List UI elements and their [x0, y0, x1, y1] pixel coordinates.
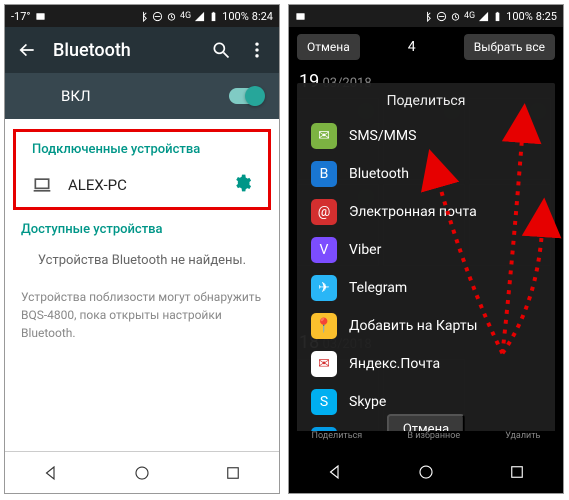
- share-title: Поделиться: [297, 87, 555, 117]
- signal-icon: [194, 11, 205, 22]
- page-title: Bluetooth: [53, 40, 195, 61]
- nav-recent-icon[interactable]: [224, 464, 242, 482]
- app-icon: ✈: [311, 275, 337, 301]
- selection-count: 4: [368, 39, 456, 55]
- share-item-sms-mms[interactable]: ✉ SMS/MMS: [297, 117, 555, 155]
- app-icon: @: [311, 199, 337, 225]
- highlight-box: Подключенные устройства ALEX-PC: [13, 129, 271, 210]
- app-icon: ✉: [311, 351, 337, 377]
- bluetooth-icon: [138, 11, 149, 22]
- nav-back-icon[interactable]: [326, 463, 344, 481]
- share-item-telegram[interactable]: ✈ Telegram: [297, 269, 555, 307]
- more-icon[interactable]: [247, 40, 267, 60]
- share-item-label: Skype: [349, 394, 386, 410]
- share-sheet: Поделиться ✉ SMS/MMS B Bluetooth @ Электронна…: [297, 83, 555, 463]
- clock: 8:24: [252, 10, 273, 23]
- available-header: Доступные устройства: [5, 212, 279, 243]
- net: 4G: [180, 11, 191, 21]
- battery-pct: 100%: [222, 10, 249, 23]
- right-phone: 4G 100% 8:25 Отмена 4 Выбрать все 19 03/…: [288, 4, 564, 494]
- app-icon: B: [311, 161, 337, 187]
- battery-pct: 100%: [506, 10, 533, 23]
- status-bar: 4G 100% 8:25: [289, 5, 563, 27]
- share-item-label: Электронная почта: [349, 204, 477, 220]
- select-all-button[interactable]: Выбрать все: [464, 34, 555, 60]
- left-phone: -17° 4G 100% 8:24 Bluetooth ВКЛ: [4, 4, 280, 494]
- share-item-электронная-почта[interactable]: @ Электронная почта: [297, 193, 555, 231]
- not-found-text: Устройства Bluetooth не найдены.: [5, 243, 279, 278]
- alarm-icon: [166, 11, 177, 22]
- signal-icon: [478, 11, 489, 22]
- laptop-icon: [32, 175, 52, 195]
- action-share[interactable]: Поделиться: [312, 431, 363, 451]
- nav-recent-icon[interactable]: [508, 463, 526, 481]
- app-icon: V: [311, 237, 337, 263]
- temp: -17°: [11, 10, 31, 23]
- device-name: ALEX-PC: [68, 176, 216, 194]
- action-delete[interactable]: Удалить: [505, 431, 540, 451]
- app-icon: 📍: [311, 313, 337, 339]
- battery-icon: [492, 11, 503, 22]
- dnd-icon: [152, 11, 163, 22]
- status-bar: -17° 4G 100% 8:24: [5, 5, 279, 27]
- search-icon[interactable]: [211, 40, 231, 60]
- selection-bar: Отмена 4 Выбрать все: [289, 27, 563, 67]
- share-item-label: Добавить на Карты: [349, 318, 477, 334]
- net: 4G: [464, 11, 475, 21]
- app-icon: S: [311, 389, 337, 415]
- nav-bar: [289, 451, 563, 493]
- clock: 8:25: [536, 10, 557, 23]
- gear-icon: [232, 173, 252, 193]
- battery-icon: [208, 11, 219, 22]
- toggle-bar: ВКЛ: [5, 73, 279, 119]
- share-item-добавить-на-карты[interactable]: 📍 Добавить на Карты: [297, 307, 555, 345]
- bluetooth-switch[interactable]: [229, 88, 263, 104]
- share-item-bluetooth[interactable]: B Bluetooth: [297, 155, 555, 193]
- share-item-яндекс-почта[interactable]: ✉ Яндекс.Почта: [297, 345, 555, 383]
- cancel-button[interactable]: Отмена: [297, 34, 360, 60]
- hint-text: Устройства поблизости могут обнаружить B…: [5, 278, 279, 352]
- app-bar: Bluetooth: [5, 27, 279, 73]
- share-item-label: Telegram: [349, 280, 407, 296]
- alarm-icon: [450, 11, 461, 22]
- device-settings-button[interactable]: [232, 173, 252, 197]
- connected-header: Подключенные устройства: [16, 132, 268, 163]
- action-favorite[interactable]: В избранное: [407, 431, 460, 451]
- bottom-actions: Поделиться В избранное Удалить: [289, 431, 563, 451]
- share-item-viber[interactable]: V Viber: [297, 231, 555, 269]
- nav-home-icon[interactable]: [133, 464, 151, 482]
- nav-back-icon[interactable]: [42, 464, 60, 482]
- nav-home-icon[interactable]: [417, 463, 435, 481]
- share-item-label: SMS/MMS: [349, 128, 416, 144]
- device-row[interactable]: ALEX-PC: [16, 163, 268, 207]
- share-item-label: Bluetooth: [349, 166, 409, 182]
- app-icon: ✉: [311, 123, 337, 149]
- dnd-icon: [436, 11, 447, 22]
- card-icon: [295, 11, 306, 22]
- toggle-label: ВКЛ: [61, 87, 91, 105]
- share-item-label: Яндекс.Почта: [349, 356, 440, 372]
- share-item-label: Viber: [349, 242, 381, 258]
- card-icon: [35, 11, 46, 22]
- nav-bar: [5, 451, 279, 493]
- back-icon[interactable]: [17, 40, 37, 60]
- bluetooth-icon: [422, 11, 433, 22]
